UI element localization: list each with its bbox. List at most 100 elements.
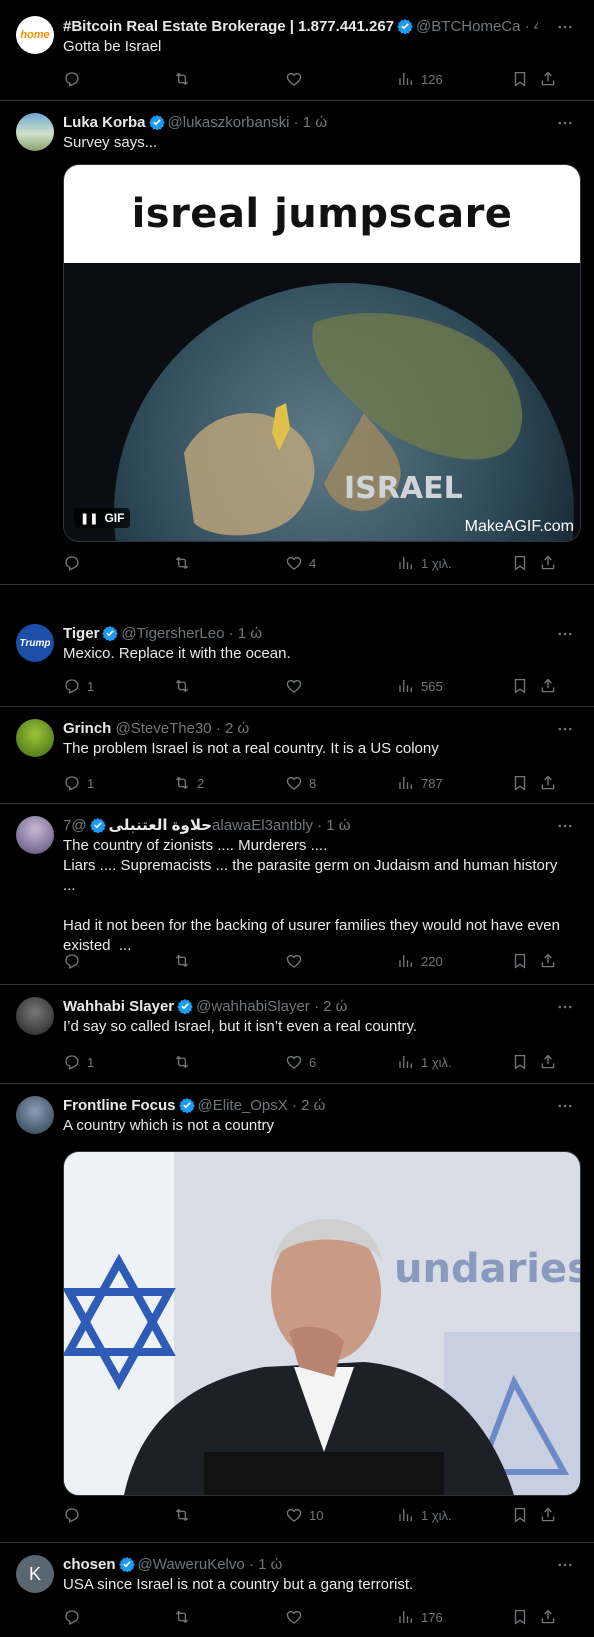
repost-button[interactable]: 2 [173,773,204,793]
views-button[interactable]: 126 [397,69,443,89]
avatar[interactable] [16,113,54,151]
share-button[interactable] [539,1052,557,1072]
reply-button[interactable] [63,951,87,971]
more-icon[interactable] [556,720,574,738]
share-button[interactable] [539,951,557,971]
avatar[interactable]: K [16,1555,54,1593]
post-time[interactable]: · 1 ώ [249,1556,282,1573]
bookmark-button[interactable] [511,553,529,573]
post-grinch[interactable]: Grinch @SteveThe30 · 2 ώ The problem Isr… [0,707,594,804]
views-button[interactable]: 1 χιλ. [397,553,452,573]
author-handle[interactable]: @BTCHomeCa [416,18,520,35]
avatar[interactable]: Trump [16,624,54,662]
avatar[interactable] [16,719,54,757]
bookmark-button[interactable] [511,676,529,696]
reply-button[interactable] [63,553,87,573]
bookmark-button[interactable] [511,773,529,793]
share-button[interactable] [539,1607,557,1627]
author-name[interactable]: #Bitcoin Real Estate Brokerage | 1.877.4… [63,18,394,35]
author-name[interactable]: Grinch [63,720,111,737]
views-button[interactable]: 1 χιλ. [397,1052,452,1072]
repost-button[interactable] [173,951,197,971]
post-time[interactable]: · 1 ώ [317,817,350,834]
post-frontline[interactable]: Frontline Focus @Elite_OpsX · 2 ώ A count… [0,1084,594,1543]
post-halawa[interactable]: حلاوة العتنبلى@7alawaEl3antbly · 1 ώ The… [0,804,594,985]
author-name[interactable]: chosen [63,1556,116,1573]
post-time[interactable]: · 41 λ [525,18,538,35]
post-luka[interactable]: Luka Korba @lukaszkorbanski · 1 ώ Survey … [0,101,594,585]
post-time[interactable]: · 2 ώ [292,1097,325,1114]
like-button[interactable]: 10 [285,1505,323,1525]
author-handle[interactable]: @TigersherLeo [121,625,224,642]
share-button[interactable] [539,553,557,573]
views-button[interactable]: 220 [397,951,443,971]
reply-button[interactable] [63,1505,87,1525]
like-button[interactable]: 6 [285,1052,316,1072]
repost-button[interactable] [173,1505,197,1525]
reply-icon [63,677,81,695]
post-wahhabi[interactable]: Wahhabi Slayer @wahhabiSlayer · 2 ώ I’d s… [0,985,594,1084]
post-time[interactable]: · 2 ώ [314,998,347,1015]
like-button[interactable] [285,951,309,971]
more-icon[interactable] [556,1556,574,1574]
avatar[interactable] [16,997,54,1035]
bookmark-button[interactable] [511,1052,529,1072]
backdrop-text: undaries [394,1246,580,1292]
author-handle[interactable]: @Elite_OpsX [198,1097,288,1114]
share-button[interactable] [539,676,557,696]
like-button[interactable] [285,676,309,696]
like-button[interactable] [285,1607,309,1627]
like-button[interactable]: 8 [285,773,316,793]
reply-button[interactable]: 1 [63,676,94,696]
bookmark-button[interactable] [511,1505,529,1525]
post-btchome[interactable]: home #Bitcoin Real Estate Brokerage | 1.… [0,0,594,101]
reply-button[interactable] [63,69,87,89]
like-button[interactable]: 4 [285,553,316,573]
more-icon[interactable] [556,1097,574,1115]
more-icon[interactable] [556,625,574,643]
author-handle[interactable]: @lukaszkorbanski [168,114,290,131]
photo-media[interactable]: undaries [63,1151,581,1496]
post-chosen[interactable]: K chosen @WaweruKelvo · 1 ώ USA since Isr… [0,1543,594,1637]
bookmark-button[interactable] [511,1607,529,1627]
author-name[interactable]: حلاوة العتنبلى [109,817,212,834]
more-icon[interactable] [556,998,574,1016]
avatar[interactable] [16,816,54,854]
views-button[interactable]: 1 χιλ. [397,1505,452,1525]
post-time[interactable]: · 2 ώ [216,720,249,737]
gif-media[interactable]: isreal jumpscare ISRAEL ❚❚ GIF MakeAGIF.c… [63,164,581,542]
views-button[interactable]: 565 [397,676,443,696]
views-button[interactable]: 787 [397,773,443,793]
gif-badge[interactable]: ❚❚ GIF [74,508,131,528]
repost-button[interactable] [173,1052,197,1072]
more-icon[interactable] [556,817,574,835]
post-tiger[interactable]: Trump Tiger @TigersherLeo · 1 ώ Mexico. R… [0,612,594,707]
avatar[interactable] [16,1096,54,1134]
repost-button[interactable] [173,676,197,696]
author-name[interactable]: Wahhabi Slayer [63,998,174,1015]
author-handle[interactable]: @wahhabiSlayer [196,998,310,1015]
repost-button[interactable] [173,69,197,89]
reply-button[interactable]: 1 [63,1052,94,1072]
author-name[interactable]: Luka Korba [63,114,146,131]
share-button[interactable] [539,1505,557,1525]
repost-button[interactable] [173,1607,197,1627]
like-button[interactable] [285,69,309,89]
author-handle[interactable]: @SteveThe30 [116,720,212,737]
reply-button[interactable]: 1 [63,773,94,793]
post-time[interactable]: · 1 ώ [294,114,327,131]
avatar[interactable]: home [16,16,54,54]
views-button[interactable]: 176 [397,1607,443,1627]
author-name[interactable]: Tiger [63,625,99,642]
author-name[interactable]: Frontline Focus [63,1097,176,1114]
more-icon[interactable] [556,18,574,36]
post-time[interactable]: · 1 ώ [229,625,262,642]
bookmark-button[interactable] [511,69,529,89]
author-handle[interactable]: @WaweruKelvo [138,1556,245,1573]
bookmark-button[interactable] [511,951,529,971]
more-icon[interactable] [556,114,574,132]
share-button[interactable] [539,773,557,793]
share-button[interactable] [539,69,557,89]
repost-button[interactable] [173,553,197,573]
reply-button[interactable] [63,1607,87,1627]
